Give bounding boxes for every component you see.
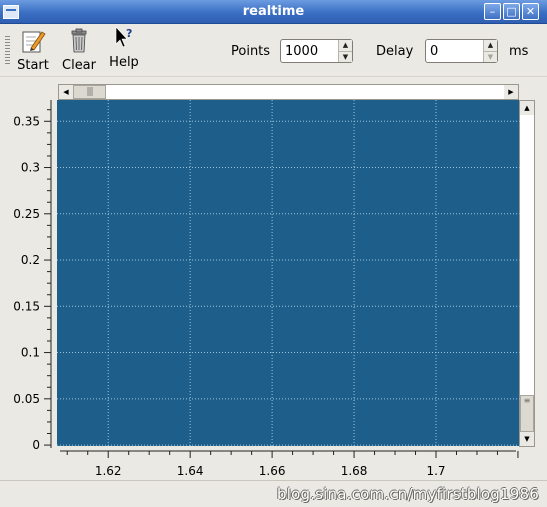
help-button-label: Help [109, 55, 139, 70]
delay-up-arrow-icon[interactable]: ▲ [484, 40, 497, 51]
toolbar: Start Clear ? Help Points 1000 ▲ ▼ Delay… [0, 25, 547, 77]
horizontal-scrollbar[interactable]: ◀ ||| ▶ [58, 84, 519, 100]
x-tick-label: 1.68 [341, 464, 368, 478]
clear-button-label: Clear [62, 58, 96, 73]
window-title: realtime [242, 4, 305, 19]
title-bar: realtime – □ ✕ [0, 0, 547, 24]
maximize-button[interactable]: □ [503, 3, 520, 20]
plot-canvas[interactable] [57, 100, 520, 446]
toolbar-grip[interactable] [5, 36, 10, 66]
delay-spinbox[interactable]: 0 ▲ ▼ [425, 39, 498, 63]
x-tick-label: 1.66 [259, 464, 286, 478]
trash-icon [71, 28, 87, 53]
horizontal-scroll-track[interactable] [106, 85, 506, 99]
status-bar: blog.sina.com.cn/myfirstblog1986 [0, 480, 547, 507]
scroll-down-icon[interactable]: ▼ [520, 432, 534, 446]
x-tick-label: 1.7 [426, 464, 445, 478]
y-tick-label: 0.1 [21, 346, 40, 360]
start-button[interactable]: Start [16, 28, 50, 74]
y-tick-label: 0.3 [21, 161, 40, 175]
y-tick-label: 0 [32, 438, 40, 452]
y-tick-label: 0.35 [13, 114, 40, 128]
start-button-label: Start [17, 58, 49, 73]
x-tick-label: 1.64 [177, 464, 204, 478]
points-down-arrow-icon[interactable]: ▼ [339, 51, 352, 62]
delay-down-arrow-icon: ▼ [484, 51, 497, 62]
delay-value[interactable]: 0 [430, 44, 438, 59]
horizontal-scroll-handle[interactable]: ||| [73, 85, 106, 99]
scroll-up-icon[interactable]: ▲ [520, 101, 534, 115]
clear-button[interactable]: Clear [59, 28, 99, 74]
points-spinbox[interactable]: 1000 ▲ ▼ [280, 39, 353, 63]
help-button[interactable]: ? Help [107, 25, 141, 71]
vertical-scrollbar[interactable]: ▲ ≡ ▼ [519, 100, 535, 447]
y-tick-label: 0.25 [13, 207, 40, 221]
points-value[interactable]: 1000 [285, 44, 318, 59]
y-tick-label: 0.2 [21, 253, 40, 267]
minimize-button[interactable]: – [484, 3, 501, 20]
svg-text:?: ? [126, 27, 132, 40]
y-tick-label: 0.15 [13, 299, 40, 313]
watermark-text: blog.sina.com.cn/myfirstblog1986 [277, 485, 539, 503]
delay-label: Delay [376, 44, 414, 59]
delay-unit-label: ms [509, 44, 529, 59]
scroll-right-icon[interactable]: ▶ [504, 85, 518, 99]
vertical-scroll-handle[interactable]: ≡ [520, 395, 534, 432]
points-stepper[interactable]: ▲ ▼ [338, 40, 352, 62]
delay-stepper[interactable]: ▲ ▼ [483, 40, 497, 62]
points-up-arrow-icon[interactable]: ▲ [339, 40, 352, 51]
close-button[interactable]: ✕ [522, 3, 539, 20]
scroll-left-icon[interactable]: ◀ [59, 85, 73, 99]
vertical-scroll-track[interactable] [520, 115, 534, 395]
points-label: Points [231, 44, 271, 59]
x-tick-label: 1.62 [95, 464, 122, 478]
edit-icon [22, 31, 46, 53]
help-cursor-icon: ? [115, 26, 132, 48]
y-tick-label: 0.05 [13, 392, 40, 406]
